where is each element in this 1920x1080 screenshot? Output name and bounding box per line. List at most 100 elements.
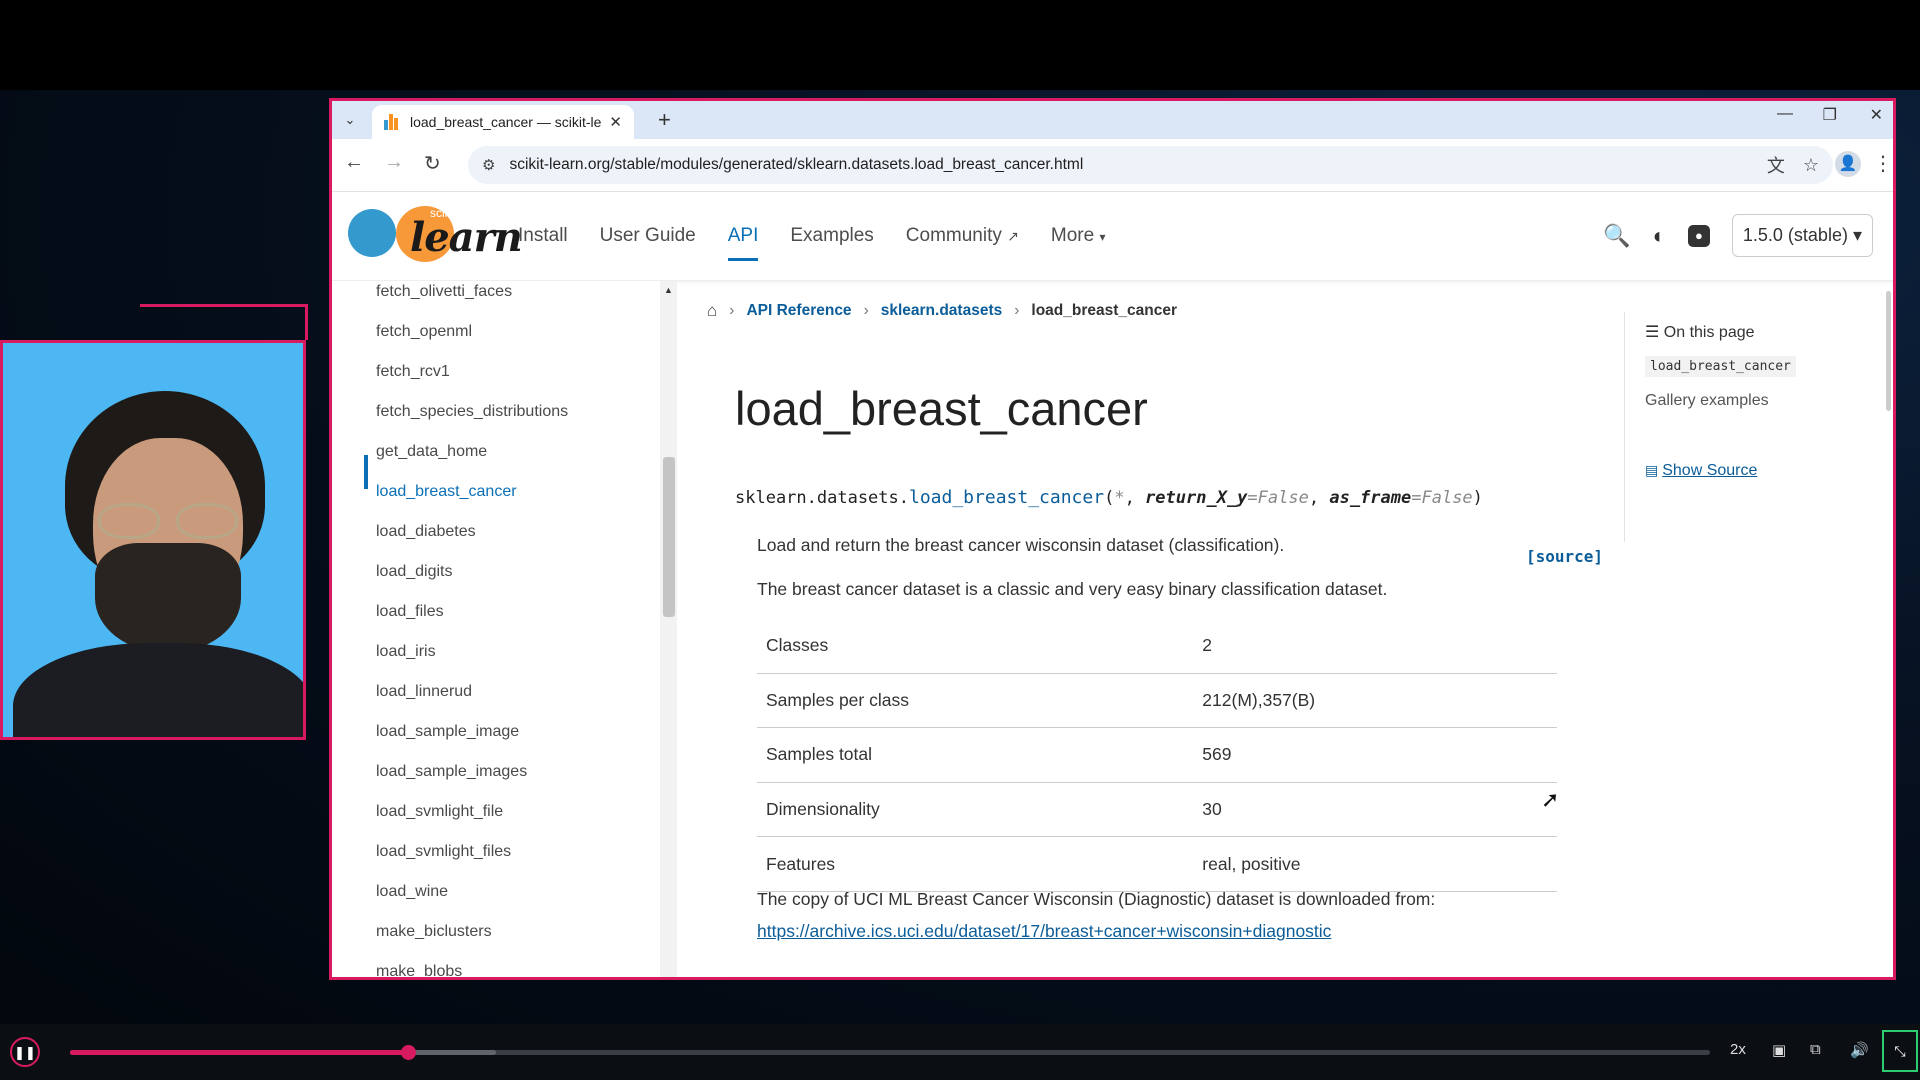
pause-icon[interactable]: ❚❚ xyxy=(10,1037,40,1067)
reload-icon[interactable]: ↻ xyxy=(424,151,441,176)
external-link-icon: ↗ xyxy=(1007,228,1019,244)
breadcrumb: ⌂ › API Reference › sklearn.datasets › l… xyxy=(707,301,1177,321)
breadcrumb-api-reference[interactable]: API Reference xyxy=(746,302,851,320)
table-cell-value: 212(M),357(B) xyxy=(1182,673,1557,729)
nav-more[interactable]: More ▾ xyxy=(1051,217,1106,255)
function-signature: sklearn.datasets.load_breast_cancer(*, r… xyxy=(735,487,1483,508)
close-window-icon[interactable]: ✕ xyxy=(1870,105,1883,125)
browser-window: ⌄ load_breast_cancer — scikit-lea ✕ + — … xyxy=(329,98,1896,980)
nav-examples[interactable]: Examples xyxy=(790,217,873,255)
nav-community[interactable]: Community ↗ xyxy=(906,217,1019,255)
show-source-link[interactable]: ▤ Show Source xyxy=(1645,462,1757,480)
signature-function-name: load_breast_cancer xyxy=(909,487,1105,508)
source-link[interactable]: [source] xyxy=(1526,547,1603,566)
restore-icon[interactable]: ❐ xyxy=(1823,105,1837,125)
forward-icon[interactable]: → xyxy=(384,151,404,174)
sidebar-item[interactable]: load_svmlight_files xyxy=(376,843,511,861)
toc-item-function[interactable]: load_breast_cancer xyxy=(1645,356,1796,377)
captions-icon[interactable]: ▣ xyxy=(1772,1041,1786,1059)
breadcrumb-module[interactable]: sklearn.datasets xyxy=(881,302,1003,320)
sidebar-item[interactable]: load_svmlight_file xyxy=(376,803,503,821)
sidebar-item[interactable]: load_sample_image xyxy=(376,723,519,741)
home-icon[interactable]: ⌂ xyxy=(707,301,717,321)
document-icon: ▤ xyxy=(1645,462,1659,478)
scrollbar-thumb[interactable] xyxy=(663,457,675,617)
sidebar-item[interactable]: load_linnerud xyxy=(376,683,472,701)
table-cell-value: real, positive xyxy=(1182,836,1557,892)
list-icon: ☰ xyxy=(1645,324,1660,341)
address-bar-row: ← → ↻ ⚙ scikit-learn.org/stable/modules/… xyxy=(332,139,1893,192)
sidebar-item[interactable]: load_breast_cancer xyxy=(376,483,517,501)
sidebar-item[interactable]: fetch_openml xyxy=(376,323,472,341)
sidebar-item[interactable]: load_digits xyxy=(376,563,453,581)
sidebar-item[interactable]: load_sample_images xyxy=(376,763,527,781)
exit-fullscreen-icon[interactable]: ⤡ xyxy=(1882,1030,1918,1072)
minimize-icon[interactable]: — xyxy=(1777,105,1793,123)
sidebar-item[interactable]: fetch_rcv1 xyxy=(376,363,450,381)
sklearn-favicon-icon xyxy=(384,114,400,130)
copy-source-text: The copy of UCI ML Breast Cancer Wiscons… xyxy=(757,889,1436,909)
sidebar-item[interactable]: load_diabetes xyxy=(376,523,476,541)
scikit-learn-logo[interactable]: scikit learn xyxy=(348,204,523,264)
table-cell-value: 2 xyxy=(1182,619,1557,674)
scroll-up-icon[interactable]: ▲ xyxy=(664,285,673,295)
version-dropdown[interactable]: 1.5.0 (stable) ▾ xyxy=(1731,214,1873,257)
table-cell-label: Classes xyxy=(757,619,1183,674)
playback-speed[interactable]: 2x xyxy=(1730,1041,1746,1058)
chevron-right-icon: › xyxy=(729,302,735,319)
description-2: The breast cancer dataset is a classic a… xyxy=(757,579,1388,599)
sidebar-item[interactable]: make_biclusters xyxy=(376,923,492,941)
search-icon[interactable]: 🔍 xyxy=(1603,223,1630,249)
page-title: load_breast_cancer xyxy=(735,382,1148,435)
bookmark-star-icon[interactable]: ☆ xyxy=(1803,155,1819,176)
picture-in-picture-icon[interactable]: ⧉ xyxy=(1810,1041,1821,1058)
sidebar-scrollbar[interactable]: ▲ xyxy=(660,281,677,977)
progress-knob[interactable] xyxy=(400,1045,416,1060)
volume-icon[interactable]: 🔊 xyxy=(1850,1041,1869,1059)
sidebar-item[interactable]: load_files xyxy=(376,603,444,621)
site-info-icon[interactable]: ⚙ xyxy=(482,156,495,174)
api-sidebar: fetch_olivetti_faces fetch_openml fetch_rc… xyxy=(332,281,677,977)
sidebar-item[interactable]: fetch_species_distributions xyxy=(376,403,568,421)
background-top xyxy=(0,0,1920,90)
table-row: Dimensionality 30 xyxy=(757,782,1557,838)
sidebar-item[interactable]: fetch_olivetti_faces xyxy=(376,283,512,301)
nav-api[interactable]: API xyxy=(727,217,758,261)
sidebar-item[interactable]: load_iris xyxy=(376,643,436,661)
back-icon[interactable]: ← xyxy=(344,151,364,174)
table-cell-label: Samples total xyxy=(757,727,1183,783)
new-tab-icon[interactable]: + xyxy=(658,107,671,133)
table-cell-value: 569 xyxy=(1182,727,1557,783)
main-content: ⌂ › API Reference › sklearn.datasets › l… xyxy=(677,281,1617,977)
url-text[interactable]: scikit-learn.org/stable/modules/generate… xyxy=(509,156,1748,174)
github-icon[interactable]: ● xyxy=(1687,224,1710,247)
nav-links: Install User Guide API Examples Communit… xyxy=(518,192,1138,280)
sidebar-active-indicator xyxy=(364,455,368,489)
tab-search-icon[interactable]: ⌄ xyxy=(340,110,360,130)
browser-menu-icon[interactable]: ⋮ xyxy=(1873,151,1893,176)
progress-track[interactable] xyxy=(70,1045,1710,1060)
omnibox[interactable]: ⚙ scikit-learn.org/stable/modules/genera… xyxy=(468,146,1833,184)
theme-toggle-icon[interactable]: ◐ xyxy=(1653,223,1666,249)
toc-heading: ☰ On this page xyxy=(1645,324,1755,341)
table-cell-label: Dimensionality xyxy=(757,782,1183,838)
nav-right-controls: 🔍 ◐ ● 1.5.0 (stable) ▾ xyxy=(1581,214,1873,257)
profile-avatar-icon[interactable]: 👤 xyxy=(1835,151,1861,177)
table-cell-label: Features xyxy=(757,836,1183,892)
close-tab-icon[interactable]: ✕ xyxy=(609,113,622,131)
nav-user-guide[interactable]: User Guide xyxy=(600,217,696,255)
table-cell-value: 30 xyxy=(1182,782,1557,838)
webcam-overlay xyxy=(0,340,306,740)
table-cell-label: Samples per class xyxy=(757,673,1183,729)
sidebar-item[interactable]: make_blobs xyxy=(376,963,462,977)
translate-icon[interactable]: 文 xyxy=(1767,152,1785,178)
browser-tab[interactable]: load_breast_cancer — scikit-lea ✕ xyxy=(372,105,634,139)
sidebar-item[interactable]: get_data_home xyxy=(376,443,487,461)
uci-dataset-link[interactable]: https://archive.ics.uci.edu/dataset/17/b… xyxy=(757,921,1331,942)
webcam-frame-notch xyxy=(140,304,308,340)
page-scrollbar[interactable] xyxy=(1883,281,1893,977)
sidebar-item[interactable]: load_wine xyxy=(376,883,448,901)
table-row: Samples total 569 xyxy=(757,727,1557,783)
toc-item-gallery[interactable]: Gallery examples xyxy=(1645,392,1769,410)
nav-install[interactable]: Install xyxy=(518,217,568,255)
